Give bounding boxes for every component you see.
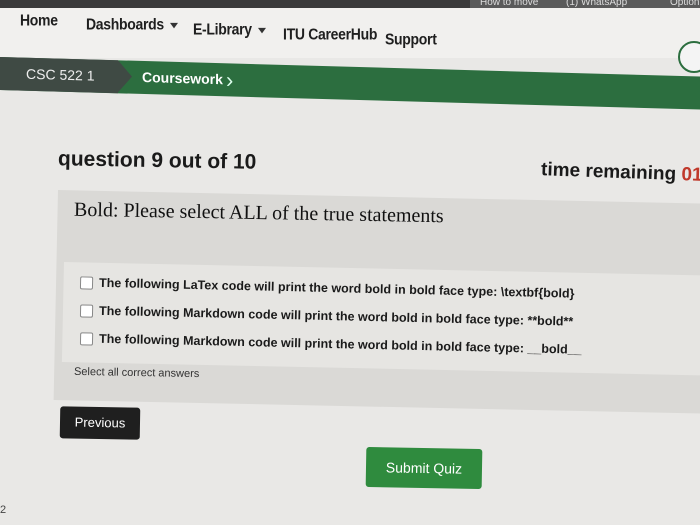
nav-home-label: Home	[20, 11, 58, 29]
top-navigation: Home Dashboards E-Library ITU CareerHub …	[0, 8, 700, 58]
nav-support[interactable]: Support	[385, 30, 437, 48]
page-number: 2	[0, 504, 7, 516]
nav-dashboards[interactable]: Dashboards	[86, 15, 178, 33]
chevron-down-icon	[169, 22, 178, 29]
nav-careerhub-label: ITU CareerHub	[283, 25, 378, 43]
breadcrumb-course[interactable]: CSC 522 1	[0, 57, 118, 94]
time-remaining-label: time remaining	[540, 159, 677, 185]
chevron-down-icon	[257, 27, 266, 34]
question-progress: question 9 out of 10	[57, 147, 257, 174]
chevron-right-icon: ›	[226, 67, 234, 93]
nav-e-library[interactable]: E-Library	[193, 20, 266, 38]
previous-button[interactable]: Previous	[59, 406, 141, 440]
time-remaining: time remaining 01	[541, 159, 700, 187]
checkbox[interactable]	[79, 276, 94, 290]
checkbox[interactable]	[79, 304, 94, 318]
breadcrumb-coursework[interactable]: Coursework	[142, 61, 223, 96]
nav-dashboards-label: Dashboards	[86, 15, 164, 33]
time-remaining-value: 01	[681, 164, 700, 186]
nav-itu-careerhub[interactable]: ITU CareerHub	[283, 25, 377, 43]
browser-tab-strip: How to move d... (1) WhatsApp Option	[0, 0, 700, 26]
nav-support-label: Support	[385, 30, 437, 48]
nav-e-library-label: E-Library	[193, 20, 252, 38]
checkbox[interactable]	[79, 332, 94, 346]
nav-home[interactable]: Home	[20, 11, 58, 29]
breadcrumb: CSC 522 1 Coursework ›	[0, 57, 700, 110]
answer-hint: Select all correct answers	[73, 365, 200, 381]
avatar[interactable]	[678, 41, 700, 73]
submit-quiz-button[interactable]: Submit Quiz	[365, 446, 483, 490]
